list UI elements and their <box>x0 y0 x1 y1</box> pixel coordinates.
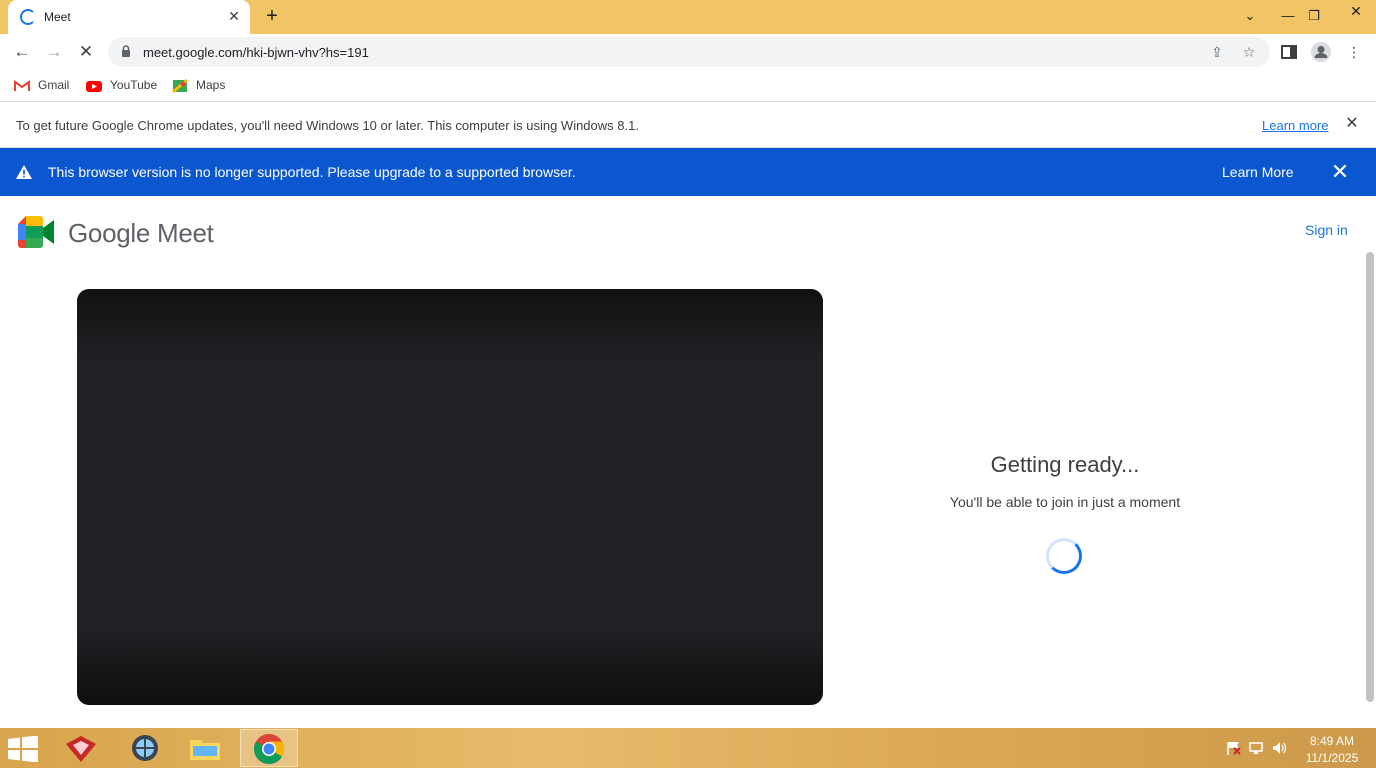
banner-message: This browser version is no longer suppor… <box>48 164 576 180</box>
chrome-update-infobar: To get future Google Chrome updates, you… <box>0 103 1376 148</box>
gmail-icon <box>14 80 30 91</box>
clock-date[interactable]: 11/1/2025 <box>1300 751 1364 765</box>
share-icon[interactable]: ⇪ <box>1208 43 1226 61</box>
window-close-icon[interactable]: ✕ <box>1336 0 1376 22</box>
url-text[interactable]: meet.google.com/hki-bjwn-vhv?hs=191 <box>143 45 369 60</box>
page-title: Google Meet <box>68 218 214 248</box>
page-scrollbar[interactable] <box>1366 252 1374 702</box>
side-panel-icon[interactable] <box>1278 41 1300 63</box>
bookmark-label: Maps <box>196 78 226 92</box>
google-meet-logo-icon <box>18 216 54 248</box>
windows-taskbar: 8:49 AM 11/1/2025 <box>0 728 1376 768</box>
windows-start-icon[interactable] <box>8 736 38 762</box>
action-center-flag-icon[interactable] <box>1226 741 1242 755</box>
maps-icon <box>172 79 188 93</box>
profile-avatar-icon[interactable] <box>1311 42 1331 62</box>
minimize-icon[interactable]: — <box>1278 6 1298 26</box>
tab-strip: Meet ✕ + ⌄ — ❐ ✕ <box>0 0 1376 34</box>
infobar-message: To get future Google Chrome updates, you… <box>16 118 639 133</box>
address-bar[interactable]: meet.google.com/hki-bjwn-vhv?hs=191 ⇪ ☆ <box>108 37 1270 67</box>
stop-loading-icon[interactable]: ✕ <box>74 40 98 64</box>
banner-close-icon[interactable]: ✕ <box>1328 160 1352 184</box>
loading-spinner-icon <box>20 9 36 25</box>
unsupported-browser-banner: This browser version is no longer suppor… <box>0 148 1376 196</box>
video-preview <box>77 289 823 705</box>
new-tab-button[interactable]: + <box>262 6 282 26</box>
screen: Meet ✕ + ⌄ — ❐ ✕ ← → ✕ meet.google.com/h… <box>0 0 1376 768</box>
back-icon[interactable]: ← <box>10 40 34 64</box>
app-red-icon[interactable] <box>64 732 98 764</box>
lock-icon <box>122 45 130 57</box>
warning-icon <box>16 165 32 179</box>
bookmark-star-icon[interactable]: ☆ <box>1240 43 1258 61</box>
tab-search-icon[interactable]: ⌄ <box>1240 6 1260 26</box>
network-icon[interactable] <box>1249 741 1265 755</box>
infobar-learn-more-link[interactable]: Learn more <box>1262 118 1328 133</box>
tab-meet[interactable]: Meet ✕ <box>8 0 250 34</box>
tab-close-icon[interactable]: ✕ <box>226 8 242 24</box>
tab-title: Meet <box>44 10 71 24</box>
volume-icon[interactable] <box>1272 741 1288 755</box>
app-globe-icon[interactable] <box>128 732 162 764</box>
getting-ready-subtitle: You'll be able to join in just a moment <box>949 494 1181 510</box>
bookmark-label: Gmail <box>38 78 70 92</box>
restore-icon[interactable]: ❐ <box>1304 6 1324 26</box>
loading-spinner-icon <box>1046 538 1082 574</box>
youtube-icon <box>86 81 102 92</box>
clock-time[interactable]: 8:49 AM <box>1300 734 1364 748</box>
bookmark-label: YouTube <box>110 78 158 92</box>
infobar-close-icon[interactable]: ✕ <box>1343 115 1361 133</box>
bookmarks-bar: Gmail YouTube Maps <box>0 70 1376 102</box>
banner-learn-more-link[interactable]: Learn More <box>1222 164 1294 180</box>
chrome-menu-icon[interactable]: ⋮ <box>1343 41 1365 63</box>
browser-toolbar: ← → ✕ meet.google.com/hki-bjwn-vhv?hs=19… <box>0 34 1376 70</box>
chrome-taskbar-button[interactable] <box>240 729 298 767</box>
getting-ready-heading: Getting ready... <box>990 452 1140 477</box>
chrome-icon <box>253 734 284 765</box>
sign-in-link[interactable]: Sign in <box>1305 222 1348 238</box>
file-explorer-icon[interactable] <box>188 732 222 764</box>
forward-icon[interactable]: → <box>42 40 66 64</box>
meet-page: Google Meet Sign in Getting ready... You… <box>0 196 1376 728</box>
